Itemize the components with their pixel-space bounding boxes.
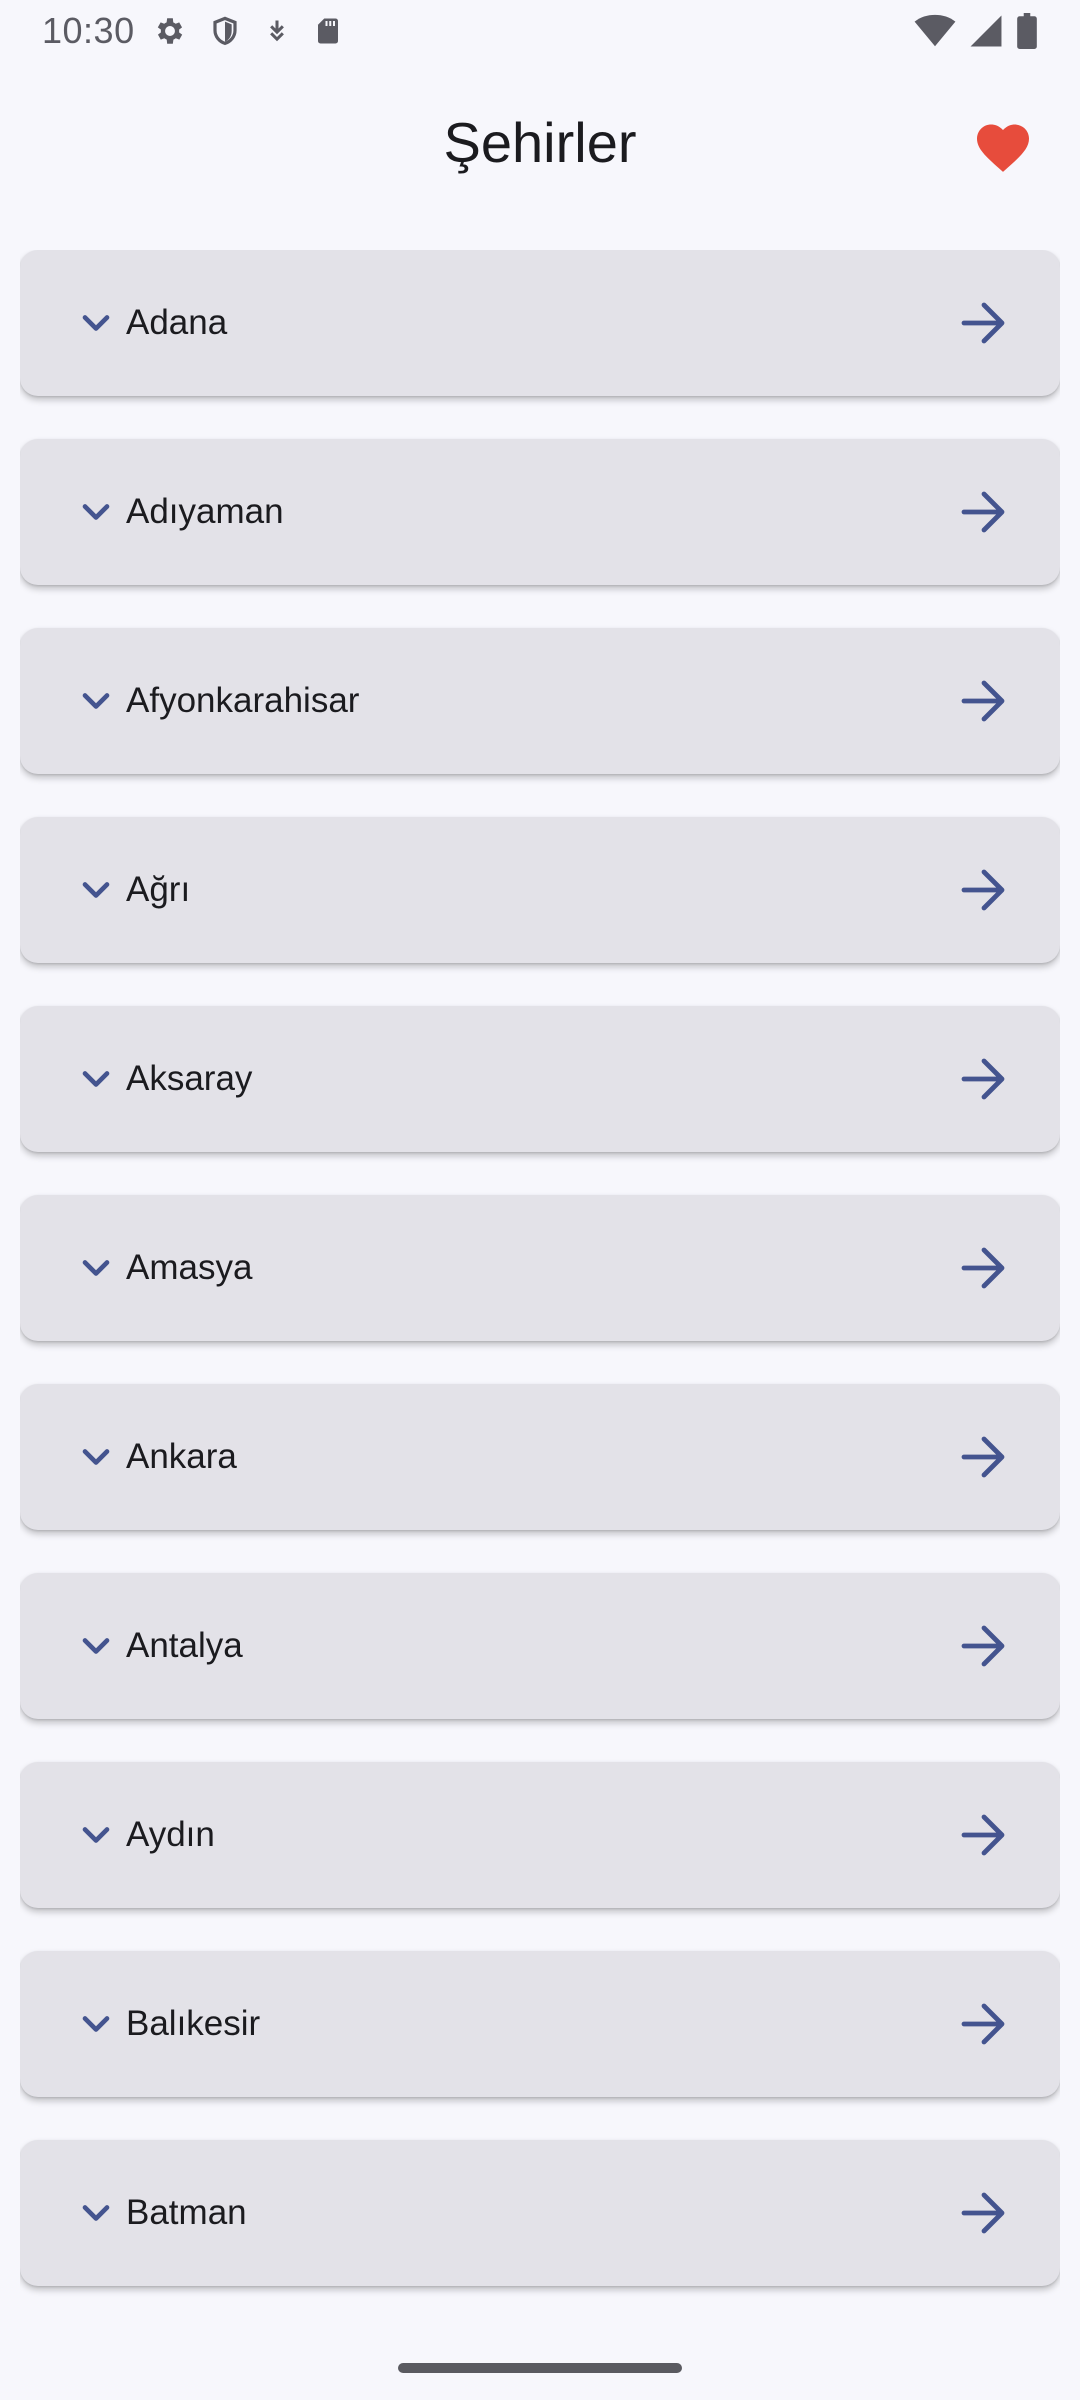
download-icon: [263, 15, 291, 47]
chevron-down-icon[interactable]: [74, 1246, 118, 1290]
chevron-down-icon[interactable]: [74, 2191, 118, 2235]
arrow-right-icon[interactable]: [954, 1427, 1014, 1487]
arrow-right-icon[interactable]: [954, 1994, 1014, 2054]
arrow-right-icon[interactable]: [954, 2183, 1014, 2243]
city-card[interactable]: Ağrı: [20, 817, 1060, 963]
arrow-right-icon[interactable]: [954, 860, 1014, 920]
chevron-down-icon[interactable]: [74, 301, 118, 345]
city-name: Adana: [126, 303, 228, 342]
city-name: Batman: [126, 2193, 247, 2232]
chevron-down-icon[interactable]: [74, 1624, 118, 1668]
status-time: 10:30: [42, 10, 135, 51]
signal-icon: [968, 14, 1004, 48]
city-card[interactable]: Adıyaman: [20, 439, 1060, 585]
city-name: Amasya: [126, 1248, 253, 1287]
chevron-down-icon[interactable]: [74, 1813, 118, 1857]
arrow-right-icon[interactable]: [954, 1805, 1014, 1865]
city-card[interactable]: Amasya: [20, 1195, 1060, 1341]
city-name: Afyonkarahisar: [126, 681, 360, 720]
app-bar: Şehirler: [0, 62, 1080, 232]
city-card[interactable]: Aydın: [20, 1762, 1060, 1908]
city-card[interactable]: Batman: [20, 2140, 1060, 2286]
wifi-icon: [914, 14, 956, 48]
city-name: Antalya: [126, 1626, 243, 1665]
city-card[interactable]: Adana: [20, 250, 1060, 396]
arrow-right-icon[interactable]: [954, 1616, 1014, 1676]
status-right-icons: [914, 13, 1038, 49]
heart-icon: [974, 121, 1032, 178]
settings-icon: [153, 14, 187, 48]
shield-icon: [209, 14, 241, 48]
chevron-down-icon[interactable]: [74, 1057, 118, 1101]
city-name: Adıyaman: [126, 492, 284, 531]
city-card[interactable]: Afyonkarahisar: [20, 628, 1060, 774]
navigation-handle[interactable]: [398, 2363, 682, 2373]
arrow-right-icon[interactable]: [954, 482, 1014, 542]
chevron-down-icon[interactable]: [74, 679, 118, 723]
city-card[interactable]: Ankara: [20, 1384, 1060, 1530]
chevron-down-icon[interactable]: [74, 868, 118, 912]
favorites-button[interactable]: [966, 112, 1040, 186]
chevron-down-icon[interactable]: [74, 490, 118, 534]
city-card[interactable]: Aksaray: [20, 1006, 1060, 1152]
city-name: Aydın: [126, 1815, 215, 1854]
city-list: Adana Adıyaman Afyonkarahisar Ağrı Aksar…: [20, 250, 1060, 2334]
city-name: Ankara: [126, 1437, 237, 1476]
city-card[interactable]: Antalya: [20, 1573, 1060, 1719]
chevron-down-icon[interactable]: [74, 1435, 118, 1479]
city-name: Balıkesir: [126, 2004, 261, 2043]
arrow-right-icon[interactable]: [954, 1049, 1014, 1109]
page-title: Şehirler: [443, 111, 637, 174]
city-card[interactable]: Balıkesir: [20, 1951, 1060, 2097]
sd-card-icon: [313, 15, 343, 47]
status-bar: 10:30: [0, 0, 1080, 62]
arrow-right-icon[interactable]: [954, 671, 1014, 731]
battery-icon: [1016, 13, 1038, 49]
city-name: Aksaray: [126, 1059, 253, 1098]
arrow-right-icon[interactable]: [954, 293, 1014, 353]
arrow-right-icon[interactable]: [954, 1238, 1014, 1298]
city-name: Ağrı: [126, 870, 191, 909]
chevron-down-icon[interactable]: [74, 2002, 118, 2046]
status-left-icons: [153, 14, 343, 48]
